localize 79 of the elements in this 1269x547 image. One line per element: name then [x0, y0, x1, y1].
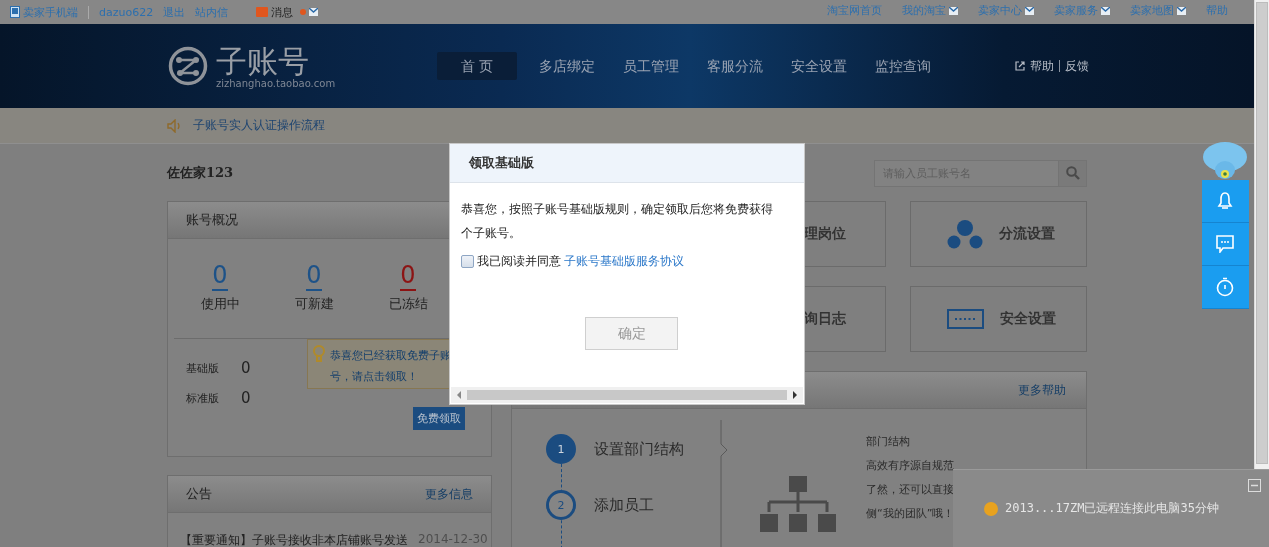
detail-text: 高效有序源自规范	[866, 458, 955, 473]
more-link[interactable]: 更多帮助	[1018, 381, 1066, 399]
minimize-icon[interactable]	[1248, 479, 1261, 492]
top-link[interactable]: 帮助	[1206, 3, 1228, 18]
version-count: 0	[241, 359, 251, 377]
scroll-right-icon[interactable]	[791, 391, 799, 399]
nav-tab[interactable]: 监控查询	[861, 52, 945, 80]
phone-icon	[10, 6, 20, 18]
version-count: 0	[241, 389, 251, 407]
nav-tab[interactable]: 客服分流	[693, 52, 777, 80]
stat-value[interactable]: 0	[306, 261, 322, 291]
top-link[interactable]: 淘宝网首页	[827, 3, 882, 18]
bell-icon	[1217, 192, 1233, 210]
nav-tab[interactable]: 员工管理	[609, 52, 693, 80]
stat-label: 已冻结	[388, 295, 428, 313]
detail-text: 了然，还可以直接	[866, 482, 955, 497]
mascot-icon[interactable]	[1202, 140, 1248, 180]
agree-label: 我已阅读并同意	[477, 253, 561, 270]
logo-icon	[168, 46, 208, 86]
nav-tab[interactable]: 首 页	[437, 52, 517, 80]
top-link[interactable]: dazuo622	[99, 5, 154, 19]
top-link[interactable]: 卖家服务	[1054, 3, 1110, 18]
speaker-icon	[167, 118, 183, 133]
scrollbar-thumb[interactable]	[1256, 2, 1268, 464]
agree-checkbox[interactable]	[461, 255, 474, 268]
notification-button[interactable]	[1201, 180, 1249, 223]
logo-title: 子账号	[216, 43, 310, 78]
shop-name: 佐佐家123	[167, 164, 234, 182]
message-icon	[256, 7, 269, 17]
top-link[interactable]: 退出	[163, 4, 186, 20]
function-card[interactable]: 安全设置	[910, 286, 1087, 352]
scroll-left-icon[interactable]	[455, 391, 463, 399]
dialog-title: 领取基础版	[469, 154, 534, 172]
top-link[interactable]: 卖家地图	[1130, 3, 1186, 18]
password-icon	[947, 309, 984, 329]
stat-label: 使用中	[200, 295, 240, 313]
stat-value[interactable]: 0	[400, 261, 416, 291]
notice-link[interactable]: 子账号实人认证操作流程	[193, 117, 325, 134]
external-link-icon	[1015, 61, 1025, 71]
logo-subtitle: zizhanghao.taobao.com	[216, 77, 336, 89]
toast-message: 2013...17ZM已远程连接此电脑35分钟	[1005, 500, 1219, 517]
claim-button[interactable]: 免费领取	[413, 407, 465, 430]
detail-text: 侧“我的团队”哦！	[866, 506, 955, 521]
stat-value[interactable]: 0	[212, 261, 228, 291]
panel-title: 公告	[186, 485, 212, 503]
top-link[interactable]: 卖家中心	[978, 3, 1034, 18]
header-link[interactable]: 帮助	[1030, 57, 1054, 75]
detail-title: 部门结构	[866, 434, 911, 449]
panel-title: 账号概况	[186, 211, 238, 229]
top-link[interactable]: 我的淘宝	[902, 3, 958, 18]
horizontal-scrollbar[interactable]	[451, 387, 803, 403]
version-label: 标准版	[186, 390, 219, 406]
top-link[interactable]: 站内信	[195, 4, 229, 20]
announcement-link[interactable]: 【重要通知】子账号接收非本店铺账号发送	[180, 532, 408, 547]
org-chart-icon	[760, 476, 836, 532]
people-icon	[947, 218, 983, 250]
chat-icon	[1216, 235, 1234, 253]
message-label[interactable]: 消息	[271, 4, 294, 20]
function-card[interactable]: 分流设置	[910, 201, 1087, 267]
lightbulb-icon	[312, 345, 326, 363]
stat-label: 可新建	[294, 295, 334, 313]
step-number[interactable]: 2	[546, 490, 576, 520]
step-label[interactable]: 添加员工	[594, 495, 654, 515]
version-label: 基础版	[186, 360, 219, 376]
status-icon	[984, 501, 998, 516]
header-link[interactable]: 反馈	[1065, 57, 1089, 75]
more-link[interactable]: 更多信息	[425, 485, 473, 503]
step-number[interactable]: 1	[546, 434, 576, 464]
stopwatch-icon	[1216, 277, 1234, 297]
top-link[interactable]: 卖家手机端	[10, 4, 78, 20]
agreement-link[interactable]: 子账号基础版服务协议	[564, 253, 684, 270]
nav-tab[interactable]: 多店绑定	[525, 52, 609, 80]
search-icon[interactable]	[1065, 166, 1080, 180]
chat-button[interactable]	[1201, 223, 1249, 266]
tip-text: 恭喜您已经获取免费子账 号，请点击领取！	[330, 348, 451, 383]
dialog-message: 恭喜您，按照子账号基础版规则，确定领取后您将免费获得 个子账号。	[461, 201, 774, 242]
nav-tab[interactable]: 安全设置	[777, 52, 861, 80]
timer-button[interactable]	[1201, 266, 1249, 309]
step-label[interactable]: 设置部门结构	[594, 439, 684, 459]
